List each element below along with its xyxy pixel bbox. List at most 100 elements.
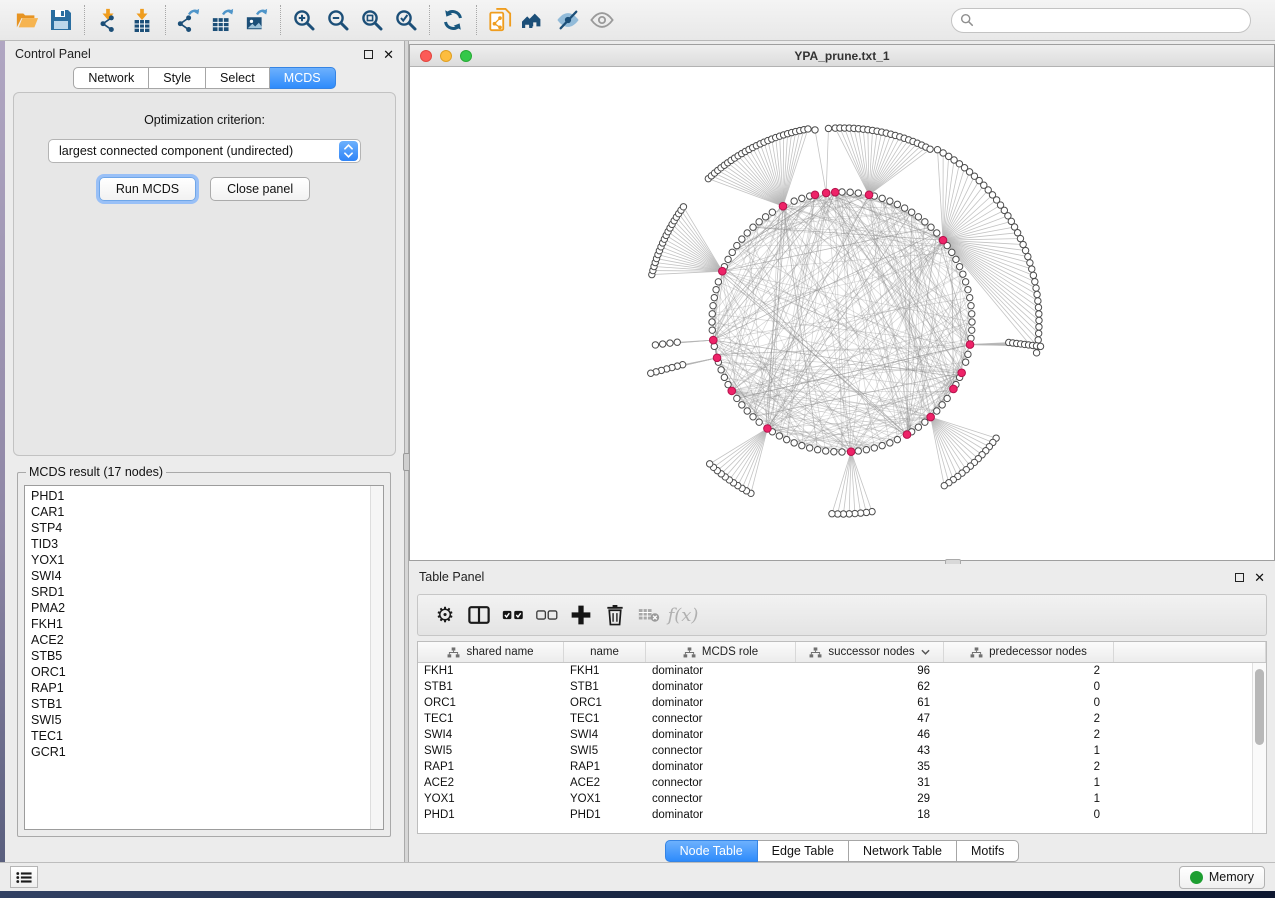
table-cell: 2 xyxy=(944,663,1114,679)
search-field-wrap xyxy=(951,8,1251,33)
network-window: YPA_prune.txt_1 xyxy=(409,44,1275,561)
column-header-successor-nodes[interactable]: successor nodes xyxy=(796,642,944,662)
zoom-out-button[interactable] xyxy=(321,4,355,36)
result-list-scrollbar[interactable] xyxy=(370,486,383,829)
network-graph-canvas[interactable] xyxy=(410,67,1274,560)
table-row[interactable]: TEC1TEC1connector472 xyxy=(418,711,1266,727)
clone-network-button[interactable] xyxy=(483,4,517,36)
table-row[interactable]: ACE2ACE2connector311 xyxy=(418,775,1266,791)
task-history-button[interactable] xyxy=(10,866,38,888)
table-row[interactable]: SWI4SWI4dominator462 xyxy=(418,727,1266,743)
save-session-button[interactable] xyxy=(44,4,78,36)
criterion-select[interactable]: largest connected component (undirected) xyxy=(48,139,361,163)
column-header-shared-name[interactable]: shared name xyxy=(418,642,564,662)
table-row[interactable]: YOX1YOX1connector291 xyxy=(418,791,1266,807)
delete-column-button[interactable] xyxy=(600,600,630,630)
result-node-item[interactable]: RAP1 xyxy=(31,680,383,696)
result-node-item[interactable]: SWI5 xyxy=(31,712,383,728)
mcds-result-group: MCDS result (17 nodes) PHD1CAR1STP4TID3Y… xyxy=(17,465,391,837)
memory-status-icon xyxy=(1190,871,1203,884)
result-node-item[interactable]: STB5 xyxy=(31,648,383,664)
table-scrollbar[interactable] xyxy=(1252,663,1266,833)
result-node-item[interactable]: ORC1 xyxy=(31,664,383,680)
zoom-in-button[interactable] xyxy=(287,4,321,36)
table-cell: dominator xyxy=(646,663,796,679)
zoom-fit-button[interactable] xyxy=(355,4,389,36)
table-cell: connector xyxy=(646,743,796,759)
table-settings-button[interactable]: ⚙ xyxy=(430,600,460,630)
close-panel-button[interactable]: Close panel xyxy=(210,177,310,201)
result-node-item[interactable]: TID3 xyxy=(31,536,383,552)
eye-slash-icon xyxy=(556,8,580,32)
result-node-item[interactable]: PHD1 xyxy=(31,488,383,504)
zoom-selected-button[interactable] xyxy=(389,4,423,36)
column-header-name[interactable]: name xyxy=(564,642,646,662)
table-cell: 46 xyxy=(796,727,944,743)
first-neighbors-button[interactable] xyxy=(517,4,551,36)
result-node-item[interactable]: CAR1 xyxy=(31,504,383,520)
tab-style[interactable]: Style xyxy=(149,67,206,89)
result-node-item[interactable]: STP4 xyxy=(31,520,383,536)
import-table-button[interactable] xyxy=(125,4,159,36)
result-node-item[interactable]: YOX1 xyxy=(31,552,383,568)
column-selector-button[interactable] xyxy=(464,600,494,630)
select-all-rows-button[interactable] xyxy=(498,600,528,630)
table-tab-network-table[interactable]: Network Table xyxy=(849,840,957,862)
table-cell: 61 xyxy=(796,695,944,711)
float-table-panel-icon[interactable] xyxy=(1235,573,1244,582)
refresh-button[interactable] xyxy=(436,4,470,36)
result-node-item[interactable]: FKH1 xyxy=(31,616,383,632)
create-column-button[interactable] xyxy=(566,600,596,630)
close-panel-icon[interactable]: ✕ xyxy=(383,48,394,61)
result-node-item[interactable]: STB1 xyxy=(31,696,383,712)
deselect-all-rows-button[interactable] xyxy=(532,600,562,630)
export-image-button[interactable] xyxy=(240,4,274,36)
result-node-item[interactable]: PMA2 xyxy=(31,600,383,616)
table-cell: PHD1 xyxy=(564,807,646,823)
table-row[interactable]: FKH1FKH1dominator962 xyxy=(418,663,1266,679)
zoom-fit-icon xyxy=(360,8,384,32)
table-tabs: Node TableEdge TableNetwork TableMotifs xyxy=(409,840,1275,862)
memory-button[interactable]: Memory xyxy=(1179,866,1265,889)
control-panel-header: Control Panel ✕ xyxy=(5,41,404,67)
network-titlebar[interactable]: YPA_prune.txt_1 xyxy=(410,45,1274,67)
table-cell: 18 xyxy=(796,807,944,823)
mcds-result-list[interactable]: PHD1CAR1STP4TID3YOX1SWI4SRD1PMA2FKH1ACE2… xyxy=(24,485,384,830)
result-node-item[interactable]: SRD1 xyxy=(31,584,383,600)
result-node-item[interactable]: GCR1 xyxy=(31,744,383,760)
export-network-button[interactable] xyxy=(172,4,206,36)
column-header-MCDS-role[interactable]: MCDS role xyxy=(646,642,796,662)
column-header-predecessor-nodes[interactable]: predecessor nodes xyxy=(944,642,1114,662)
table-tab-edge-table[interactable]: Edge Table xyxy=(758,840,849,862)
run-mcds-button[interactable]: Run MCDS xyxy=(99,177,196,201)
float-panel-icon[interactable] xyxy=(364,50,373,59)
network-title: YPA_prune.txt_1 xyxy=(410,49,1274,63)
table-tab-node-table[interactable]: Node Table xyxy=(665,840,758,862)
result-node-item[interactable]: SWI4 xyxy=(31,568,383,584)
node-table: shared namenameMCDS rolesuccessor nodesp… xyxy=(417,641,1267,834)
hide-selected-button[interactable] xyxy=(551,4,585,36)
control-panel-title: Control Panel xyxy=(15,47,91,61)
result-node-item[interactable]: TEC1 xyxy=(31,728,383,744)
close-table-panel-icon[interactable]: ✕ xyxy=(1254,571,1265,584)
tab-select[interactable]: Select xyxy=(206,67,270,89)
tab-mcds[interactable]: MCDS xyxy=(270,67,336,89)
table-row[interactable]: STB1STB1dominator620 xyxy=(418,679,1266,695)
table-body: FKH1FKH1dominator962STB1STB1dominator620… xyxy=(418,663,1266,823)
table-cell: 62 xyxy=(796,679,944,695)
tab-network[interactable]: Network xyxy=(73,67,149,89)
open-file-button[interactable] xyxy=(10,4,44,36)
result-node-item[interactable]: ACE2 xyxy=(31,632,383,648)
zoom-out-icon xyxy=(326,8,350,32)
table-row[interactable]: SWI5SWI5connector431 xyxy=(418,743,1266,759)
search-input[interactable] xyxy=(951,8,1251,33)
show-all-button[interactable] xyxy=(585,4,619,36)
export-table-button[interactable] xyxy=(206,4,240,36)
table-row[interactable]: RAP1RAP1dominator352 xyxy=(418,759,1266,775)
table-row[interactable]: PHD1PHD1dominator180 xyxy=(418,807,1266,823)
import-network-button[interactable] xyxy=(91,4,125,36)
table-tab-motifs[interactable]: Motifs xyxy=(957,840,1019,862)
table-row[interactable]: ORC1ORC1dominator610 xyxy=(418,695,1266,711)
table-scrollbar-thumb[interactable] xyxy=(1255,669,1264,745)
table-cell: YOX1 xyxy=(418,791,564,807)
